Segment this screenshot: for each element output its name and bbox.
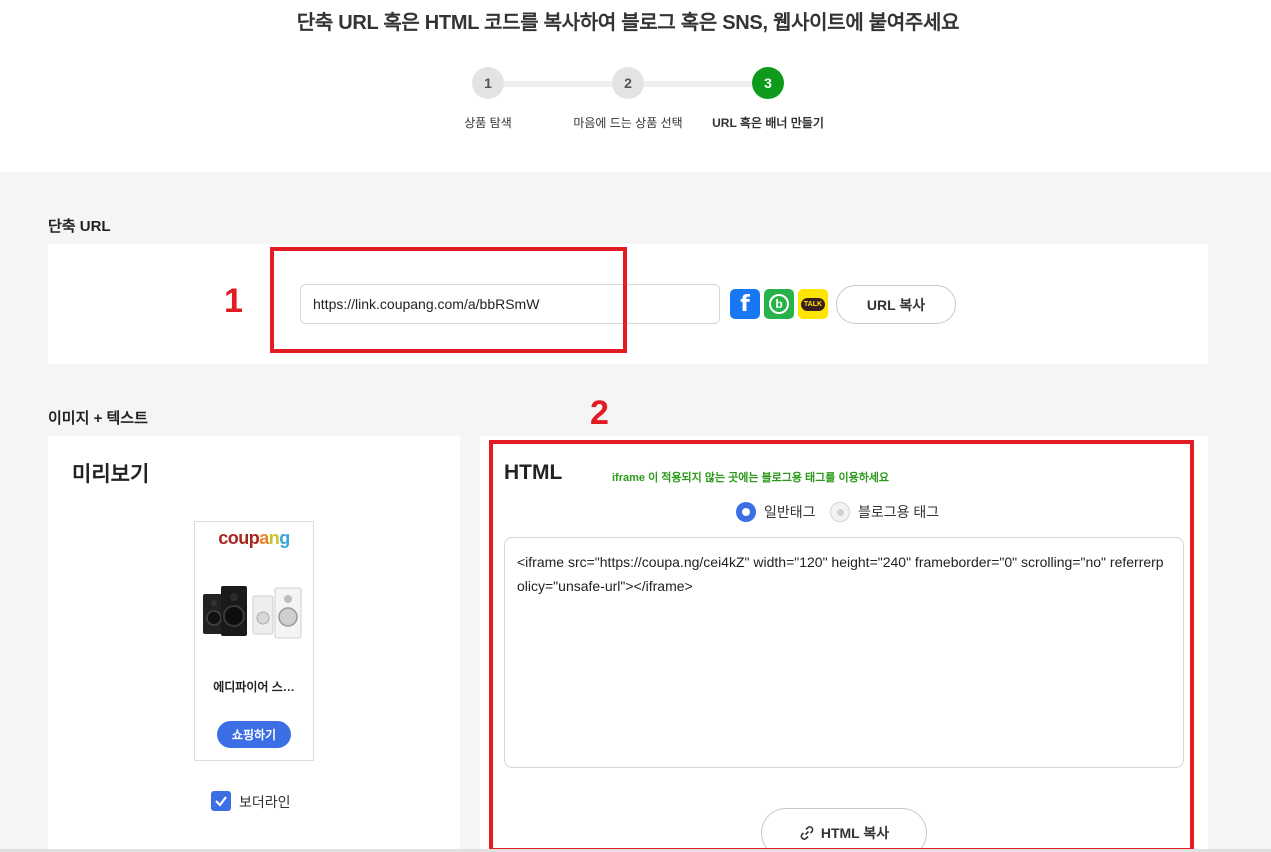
top-header: 단축 URL 혹은 HTML 코드를 복사하여 블로그 혹은 SNS, 웹사이트… <box>0 0 1271 172</box>
step-3-circle: 3 <box>752 67 784 99</box>
product-banner[interactable]: coupang 에디파이어 스… 쇼핑하기 <box>194 521 314 761</box>
kakaotalk-icon[interactable]: TALK <box>798 289 828 319</box>
step-1-label: 상품 탐색 <box>464 116 512 130</box>
check-icon <box>215 796 227 807</box>
product-image <box>203 586 302 639</box>
band-icon[interactable]: b <box>764 289 794 319</box>
facebook-icon[interactable]: f <box>730 289 760 319</box>
shop-button[interactable]: 쇼핑하기 <box>217 721 291 748</box>
annotation-number-2: 2 <box>590 394 609 432</box>
step-3-label: URL 혹은 배너 만들기 <box>712 116 824 130</box>
product-name: 에디파이어 스… <box>213 680 295 694</box>
step-1-circle: 1 <box>472 67 504 99</box>
short-url-section-title: 단축 URL <box>48 218 111 235</box>
annotation-number-1: 1 <box>224 282 243 320</box>
border-checkbox-label: 보더라인 <box>239 794 291 810</box>
annotation-box-2 <box>489 440 1194 852</box>
border-checkbox[interactable] <box>211 791 231 811</box>
step-2-label: 마음에 드는 상품 선택 <box>573 116 683 130</box>
preview-title: 미리보기 <box>72 463 150 486</box>
annotation-box-1 <box>270 247 627 353</box>
url-copy-button[interactable]: URL 복사 <box>836 285 956 324</box>
page-title: 단축 URL 혹은 HTML 코드를 복사하여 블로그 혹은 SNS, 웹사이트… <box>296 12 960 34</box>
url-copy-label: URL 복사 <box>866 296 926 313</box>
image-text-section-title: 이미지 + 텍스트 <box>48 410 148 427</box>
step-2-circle: 2 <box>612 67 644 99</box>
coupang-logo: coupang <box>218 528 290 548</box>
